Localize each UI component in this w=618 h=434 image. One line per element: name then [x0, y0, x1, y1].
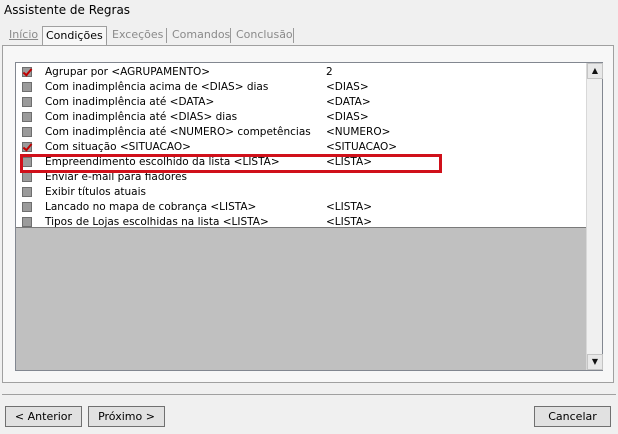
list-item[interactable]: Exibir títulos atuais [16, 185, 587, 200]
list-item[interactable]: Enviar e-mail para fiadores [16, 170, 587, 185]
condition-label: Com situação <SITUACAO> [45, 141, 191, 153]
tab-separator [166, 28, 167, 43]
condition-value[interactable]: <DIAS> [326, 81, 369, 93]
condition-label: Tipos de Lojas escolhidas na lista <LIST… [45, 216, 269, 228]
condition-value[interactable]: <LISTA> [326, 156, 372, 168]
list-item[interactable]: Tipos de Lojas escolhidas na lista <LIST… [16, 215, 587, 230]
tab-bar: Início Condições Exceções Comandos Concl… [2, 26, 616, 46]
chevron-right-icon: > [145, 410, 155, 423]
condition-label: Com inadimplência até <NUMERO> competênc… [45, 126, 311, 138]
next-button[interactable]: Próximo > [88, 406, 165, 427]
condition-label: Empreendimento escolhido da lista <LISTA… [45, 156, 280, 168]
list-item[interactable]: Com inadimplência até <NUMERO> competênc… [16, 125, 587, 140]
condition-checkbox[interactable] [22, 202, 32, 212]
scroll-up-icon[interactable]: ▲ [587, 63, 603, 79]
condition-checkbox[interactable] [22, 157, 32, 167]
condition-checkbox[interactable] [22, 82, 32, 92]
back-button-label: Anterior [27, 410, 73, 423]
condition-checkbox[interactable] [22, 112, 32, 122]
condition-checkbox[interactable] [22, 67, 32, 77]
conditions-list[interactable]: Agrupar por <AGRUPAMENTO> 2 Com inadimplên… [15, 62, 603, 371]
condition-value[interactable]: <SITUACAO> [326, 141, 397, 153]
tab-separator [293, 28, 294, 43]
condition-label: Exibir títulos atuais [45, 186, 146, 198]
condition-value[interactable]: <DATA> [326, 96, 371, 108]
button-divider [2, 394, 616, 395]
conditions-rows: Agrupar por <AGRUPAMENTO> 2 Com inadimplên… [16, 63, 587, 228]
list-item[interactable]: Com inadimplência acima de <DIAS> dias <D… [16, 80, 587, 95]
list-item[interactable]: Com situação <SITUACAO> <SITUACAO> [16, 140, 587, 155]
conditions-panel: Agrupar por <AGRUPAMENTO> 2 Com inadimplên… [2, 45, 614, 383]
tab-conclusao[interactable]: Conclusão [233, 26, 296, 45]
condition-checkbox[interactable] [22, 187, 32, 197]
scroll-down-icon[interactable]: ▼ [587, 354, 603, 370]
next-button-label: Próximo [98, 410, 143, 423]
window-title: Assistente de Regras [4, 3, 131, 17]
condition-checkbox[interactable] [22, 172, 32, 182]
tab-inicio[interactable]: Início [6, 26, 41, 45]
condition-label: Agrupar por <AGRUPAMENTO> [45, 66, 211, 78]
condition-value[interactable]: <DIAS> [326, 111, 369, 123]
condition-label: Lancado no mapa de cobrança <LISTA> [45, 201, 257, 213]
tab-separator [106, 28, 107, 43]
condition-label: Com inadimplência acima de <DIAS> dias [45, 81, 269, 93]
condition-label: Com inadimplência até <DATA> [45, 96, 215, 108]
condition-value[interactable]: 2 [326, 66, 333, 78]
tab-comandos[interactable]: Comandos [169, 26, 233, 45]
tab-separator [230, 28, 231, 43]
condition-label: Enviar e-mail para fiadores [45, 171, 187, 183]
condition-checkbox[interactable] [22, 127, 32, 137]
list-item[interactable]: Empreendimento escolhido da lista <LISTA… [16, 155, 587, 170]
condition-value[interactable]: <LISTA> [326, 216, 372, 228]
list-item[interactable]: Agrupar por <AGRUPAMENTO> 2 [16, 65, 587, 80]
condition-checkbox[interactable] [22, 217, 32, 227]
list-item[interactable]: Lancado no mapa de cobrança <LISTA> <LIST… [16, 200, 587, 215]
condition-checkbox[interactable] [22, 97, 32, 107]
condition-value[interactable]: <LISTA> [326, 201, 372, 213]
condition-checkbox[interactable] [22, 142, 32, 152]
list-item[interactable]: Com inadimplência até <DATA> <DATA> [16, 95, 587, 110]
list-item[interactable]: Com inadimplência até <DIAS> dias <DIAS> [16, 110, 587, 125]
condition-label: Com inadimplência até <DIAS> dias [45, 111, 238, 123]
vertical-scrollbar[interactable]: ▲ ▼ [586, 63, 603, 370]
condition-value[interactable]: <NUMERO> [326, 126, 390, 138]
tab-condicoes[interactable]: Condições [42, 26, 107, 46]
tab-excecoes[interactable]: Exceções [109, 26, 166, 45]
back-button[interactable]: < Anterior [5, 406, 82, 427]
chevron-left-icon: < [14, 410, 25, 423]
cancel-button[interactable]: Cancelar [534, 406, 611, 427]
